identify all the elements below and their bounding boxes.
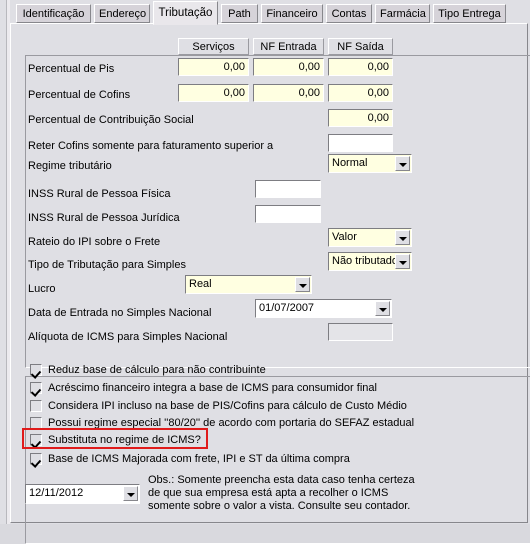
tab-identifica-o[interactable]: Identificação bbox=[16, 4, 91, 23]
label-data-entrada-simples-nacional: Data de Entrada no Simples Nacional bbox=[28, 307, 212, 319]
chevron-down-icon[interactable] bbox=[123, 486, 138, 501]
tab-tributa-o[interactable]: Tributação bbox=[153, 1, 218, 25]
checkbox-label-0: Reduz base de cálculo para não contribui… bbox=[48, 364, 266, 376]
checkbox-label-2: Considera IPI incluso na base de PIS/Cof… bbox=[48, 400, 407, 412]
chevron-down-icon[interactable] bbox=[395, 254, 410, 269]
label-inss-rural-pessoa-juridica: INSS Rural de Pessoa Jurídica bbox=[28, 212, 180, 224]
input-row-1-col-0[interactable]: 0,00 bbox=[178, 84, 249, 102]
checkbox-label-4: Substituta no regime de ICMS? bbox=[48, 434, 201, 446]
tab-contas[interactable]: Contas bbox=[326, 4, 372, 23]
label-rateio-ipi-frete: Rateio do IPI sobre o Frete bbox=[28, 236, 161, 248]
input-row-0-col-1[interactable]: 0,00 bbox=[253, 58, 324, 76]
checkbox-0-checked[interactable] bbox=[30, 364, 42, 376]
label-tipo-tributacao-simples: Tipo de Tributação para Simples bbox=[28, 259, 186, 271]
input-row-2-col-0[interactable]: 0,00 bbox=[328, 109, 393, 127]
chevron-down-icon[interactable] bbox=[295, 277, 310, 292]
chevron-down-icon[interactable] bbox=[395, 230, 410, 245]
label-row-3: Reter Cofins somente para faturamento su… bbox=[28, 140, 274, 152]
checkbox-label-1: Acréscimo financeiro integra a base de I… bbox=[48, 382, 377, 394]
tab-farm-cia[interactable]: Farmácia bbox=[375, 4, 430, 23]
tab-page-tributacao: Serviços NF Entrada NF Saída Percentual de … bbox=[10, 23, 530, 544]
column-header-servi-os: Serviços bbox=[178, 38, 249, 55]
label-lucro: Lucro bbox=[28, 283, 56, 295]
tab-strip: Identificação Endereço Tributação Path Finan… bbox=[10, 0, 530, 25]
checkbox-1-checked[interactable] bbox=[30, 382, 42, 394]
label-aliquota-icms-simples-nacional: Alíquota de ICMS para Simples Nacional bbox=[28, 331, 228, 343]
input-row-0-col-2[interactable]: 0,00 bbox=[328, 58, 393, 76]
application-window: Identificação Endereço Tributação Path Finan… bbox=[0, 0, 530, 544]
combo-lucro-value: Real bbox=[189, 278, 212, 290]
tab-path[interactable]: Path bbox=[221, 4, 258, 23]
label-row-2: Percentual de Contribuição Social bbox=[28, 114, 194, 126]
checkbox-label-3: Possui regime especial ''80/20'' de acor… bbox=[48, 417, 415, 429]
combo-lucro[interactable]: Real bbox=[185, 275, 312, 294]
combo-data-entrada-simples-nacional-value: 01/07/2007 bbox=[259, 302, 315, 314]
combo-data-vista-value: 12/11/2012 bbox=[29, 487, 84, 499]
input-row-0-col-0[interactable]: 0,00 bbox=[178, 58, 249, 76]
combo-data-vista[interactable]: 12/11/2012 bbox=[25, 484, 140, 504]
tab-tipo-entrega[interactable]: Tipo Entrega bbox=[433, 4, 506, 23]
label-row-1: Percentual de Cofins bbox=[28, 89, 131, 101]
input-row-1-col-1[interactable]: 0,00 bbox=[253, 84, 324, 102]
checkbox-label-5: Base de ICMS Majorada com frete, IPI e S… bbox=[48, 453, 350, 465]
label-inss-rural-pessoa-fisica: INSS Rural de Pessoa Física bbox=[28, 188, 171, 200]
window-left-frame bbox=[0, 0, 7, 524]
combo-data-entrada-simples-nacional[interactable]: 01/07/2007 bbox=[255, 299, 392, 318]
column-header-nf-sa-da: NF Saída bbox=[328, 38, 393, 55]
column-header-nf-entrada: NF Entrada bbox=[253, 38, 324, 55]
input-inss-rural-pessoa-juridica[interactable] bbox=[255, 205, 321, 223]
chevron-down-icon[interactable] bbox=[375, 301, 390, 316]
label-row-0: Percentual de Pis bbox=[28, 63, 115, 75]
chevron-down-icon[interactable] bbox=[395, 156, 410, 171]
input-row-3-col-0[interactable] bbox=[328, 134, 393, 152]
input-row-1-col-2[interactable]: 0,00 bbox=[328, 84, 393, 102]
checkbox-3-unchecked[interactable] bbox=[30, 417, 42, 429]
input-aliquota-icms-simples-nacional[interactable] bbox=[328, 323, 393, 341]
tab-financeiro[interactable]: Financeiro bbox=[261, 4, 323, 23]
combo-rateio-ipi-frete-value: Valor bbox=[332, 231, 357, 243]
observacao-text: Obs.: Somente preencha esta data caso te… bbox=[148, 474, 415, 512]
combo-regime-tributario[interactable]: Normal bbox=[328, 154, 412, 173]
checkbox-5-checked[interactable] bbox=[30, 453, 42, 465]
combo-regime-tributario-value: Normal bbox=[332, 157, 368, 169]
checkbox-4-checked[interactable] bbox=[30, 434, 42, 446]
combo-rateio-ipi-frete[interactable]: Valor bbox=[328, 228, 412, 247]
tab-endere-o[interactable]: Endereço bbox=[94, 4, 150, 23]
combo-tipo-tributacao-simples[interactable]: Não tributado bbox=[328, 252, 412, 271]
combo-tipo-tributacao-simples-value: Não tributado bbox=[332, 255, 399, 267]
checkbox-2-unchecked[interactable] bbox=[30, 400, 42, 412]
input-inss-rural-pessoa-fisica[interactable] bbox=[255, 180, 321, 198]
label-regime-tributario: Regime tributário bbox=[28, 160, 112, 172]
